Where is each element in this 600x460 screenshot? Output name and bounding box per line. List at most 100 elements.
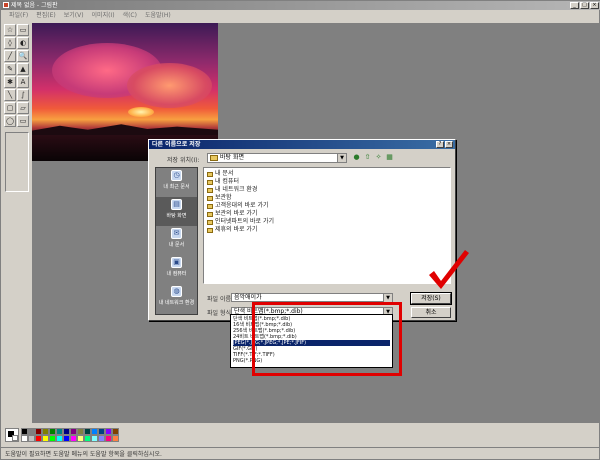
menu-help[interactable]: 도움말(H) — [141, 10, 175, 21]
color-swatch[interactable] — [77, 435, 84, 442]
my-documents-icon: ✉ — [171, 228, 182, 239]
toolbox: ☆ ▭ ◊ ◐ ╱ 🔍 ✎ ▲ ✱ A ╲ ∫ ▢ ▱ ◯ ▭ — [3, 23, 31, 423]
fill-tool-icon[interactable]: ◐ — [17, 37, 29, 49]
close-button[interactable]: × — [590, 2, 599, 9]
file-name: 내 네트워크 환경 — [215, 186, 258, 193]
menu-image[interactable]: 이미지(I) — [88, 10, 119, 21]
color-swatch[interactable] — [56, 428, 63, 435]
color-swatch[interactable] — [112, 435, 119, 442]
dialog-title: 다른 이름으로 저장 — [149, 140, 455, 149]
color-swatch[interactable] — [91, 435, 98, 442]
file-name: 고객응대의 바로 가기 — [215, 202, 269, 209]
pencil-tool-icon[interactable]: ✎ — [4, 63, 16, 75]
color-swatch[interactable] — [77, 428, 84, 435]
color-swatch[interactable] — [42, 428, 49, 435]
nav-toolbar: ● ⇧ ✧ ▦ — [352, 153, 394, 162]
chevron-down-icon[interactable]: ▼ — [337, 154, 346, 162]
file-name: 제휴의 바로 가기 — [215, 226, 258, 233]
place-network[interactable]: ◍ 내 네트워크 환경 — [156, 284, 197, 313]
picker-tool-icon[interactable]: ╱ — [4, 50, 16, 62]
color-swatch[interactable] — [49, 435, 56, 442]
view-menu-icon[interactable]: ▦ — [385, 153, 394, 162]
file-list-item[interactable]: 내 네트워크 환경 — [207, 186, 447, 194]
color-swatch[interactable] — [49, 428, 56, 435]
magnifier-tool-icon[interactable]: 🔍 — [17, 50, 29, 62]
color-swatch[interactable] — [42, 435, 49, 442]
recent-docs-icon: ◷ — [171, 170, 182, 181]
menu-edit[interactable]: 편집(E) — [32, 10, 60, 21]
select-tool-icon[interactable]: ▭ — [17, 24, 29, 36]
color-swatch[interactable] — [70, 428, 77, 435]
rounded-rect-tool-icon[interactable]: ▭ — [17, 115, 29, 127]
color-swatch[interactable] — [35, 435, 42, 442]
airbrush-tool-icon[interactable]: ✱ — [4, 76, 16, 88]
file-list[interactable]: 내 문서 내 컴퓨터 내 네트워크 환경 보관함 고객응대의 바로 가기 보관의 바로 가… — [203, 167, 451, 284]
folder-icon — [207, 179, 213, 185]
place-label: 내 최근 문서 — [163, 184, 190, 190]
network-icon: ◍ — [171, 286, 182, 297]
back-icon[interactable]: ● — [352, 153, 361, 162]
places-bar: ◷ 내 최근 문서 ▤ 바탕 화면 ✉ 내 문서 ▣ 내 컴퓨터 ◍ 내 네트워… — [155, 167, 198, 315]
place-recent[interactable]: ◷ 내 최근 문서 — [156, 168, 197, 197]
color-swatch[interactable] — [21, 428, 28, 435]
place-my-documents[interactable]: ✉ 내 문서 — [156, 226, 197, 255]
up-folder-icon[interactable]: ⇧ — [363, 153, 372, 162]
color-swatch[interactable] — [98, 428, 105, 435]
color-swatch[interactable] — [105, 428, 112, 435]
place-my-computer[interactable]: ▣ 내 컴퓨터 — [156, 255, 197, 284]
cancel-button[interactable]: 취소 — [411, 307, 451, 318]
new-folder-icon[interactable]: ✧ — [374, 153, 383, 162]
color-swatch[interactable] — [105, 435, 112, 442]
color-swatch[interactable] — [63, 435, 70, 442]
color-swatch[interactable] — [84, 428, 91, 435]
tool-options[interactable] — [5, 132, 29, 192]
file-name: 내 컴퓨터 — [215, 178, 239, 185]
look-in-value: 바탕 화면 — [220, 154, 244, 161]
filename-value: 음악애이가 — [234, 294, 262, 301]
checkmark-icon — [429, 250, 469, 289]
place-desktop[interactable]: ▤ 바탕 화면 — [156, 197, 197, 226]
maximize-button[interactable]: □ — [580, 2, 589, 9]
color-swatch[interactable] — [21, 435, 28, 442]
current-colors — [5, 428, 19, 442]
save-as-dialog: 다른 이름으로 저장 ? × 저장 위치(I): 바탕 화면 ▼ ● ⇧ ✧ ▦… — [148, 139, 456, 321]
color-swatch[interactable] — [112, 428, 119, 435]
rectangle-tool-icon[interactable]: ▢ — [4, 102, 16, 114]
file-list-item[interactable]: 인터넷파트의 바로 가기 — [207, 218, 447, 226]
color-swatch[interactable] — [63, 428, 70, 435]
folder-icon — [207, 203, 213, 209]
color-swatch[interactable] — [28, 428, 35, 435]
color-swatch[interactable] — [84, 435, 91, 442]
window-title: 제목 없음 - 그림판 — [11, 2, 58, 9]
menu-file[interactable]: 파일(F) — [5, 10, 32, 21]
polygon-tool-icon[interactable]: ▱ — [17, 102, 29, 114]
look-in-select[interactable]: 바탕 화면 ▼ — [207, 153, 347, 163]
file-list-item[interactable]: 내 문서 — [207, 170, 447, 178]
color-swatch[interactable] — [35, 428, 42, 435]
file-list-item[interactable]: 보관의 바로 가기 — [207, 210, 447, 218]
line-tool-icon[interactable]: ╲ — [4, 89, 16, 101]
color-swatch[interactable] — [91, 428, 98, 435]
color-swatch[interactable] — [28, 435, 35, 442]
file-list-item[interactable]: 보관함 — [207, 194, 447, 202]
help-button[interactable]: ? — [436, 141, 444, 148]
brush-tool-icon[interactable]: ▲ — [17, 63, 29, 75]
curve-tool-icon[interactable]: ∫ — [17, 89, 29, 101]
filename-input[interactable]: 음악애이가 ▼ — [231, 293, 393, 302]
chevron-down-icon[interactable]: ▼ — [383, 294, 392, 302]
menu-view[interactable]: 보기(V) — [60, 10, 88, 21]
color-swatch[interactable] — [70, 435, 77, 442]
minimize-button[interactable]: _ — [570, 2, 579, 9]
free-select-tool-icon[interactable]: ☆ — [4, 24, 16, 36]
text-tool-icon[interactable]: A — [17, 76, 29, 88]
dialog-close-button[interactable]: × — [445, 141, 453, 148]
eraser-tool-icon[interactable]: ◊ — [4, 37, 16, 49]
file-list-item[interactable]: 제휴의 바로 가기 — [207, 226, 447, 234]
color-swatch[interactable] — [56, 435, 63, 442]
menu-colors[interactable]: 색(C) — [119, 10, 141, 21]
file-name: 인터넷파트의 바로 가기 — [215, 218, 275, 225]
ellipse-tool-icon[interactable]: ◯ — [4, 115, 16, 127]
color-swatch[interactable] — [98, 435, 105, 442]
file-list-item[interactable]: 고객응대의 바로 가기 — [207, 202, 447, 210]
file-list-item[interactable]: 내 컴퓨터 — [207, 178, 447, 186]
